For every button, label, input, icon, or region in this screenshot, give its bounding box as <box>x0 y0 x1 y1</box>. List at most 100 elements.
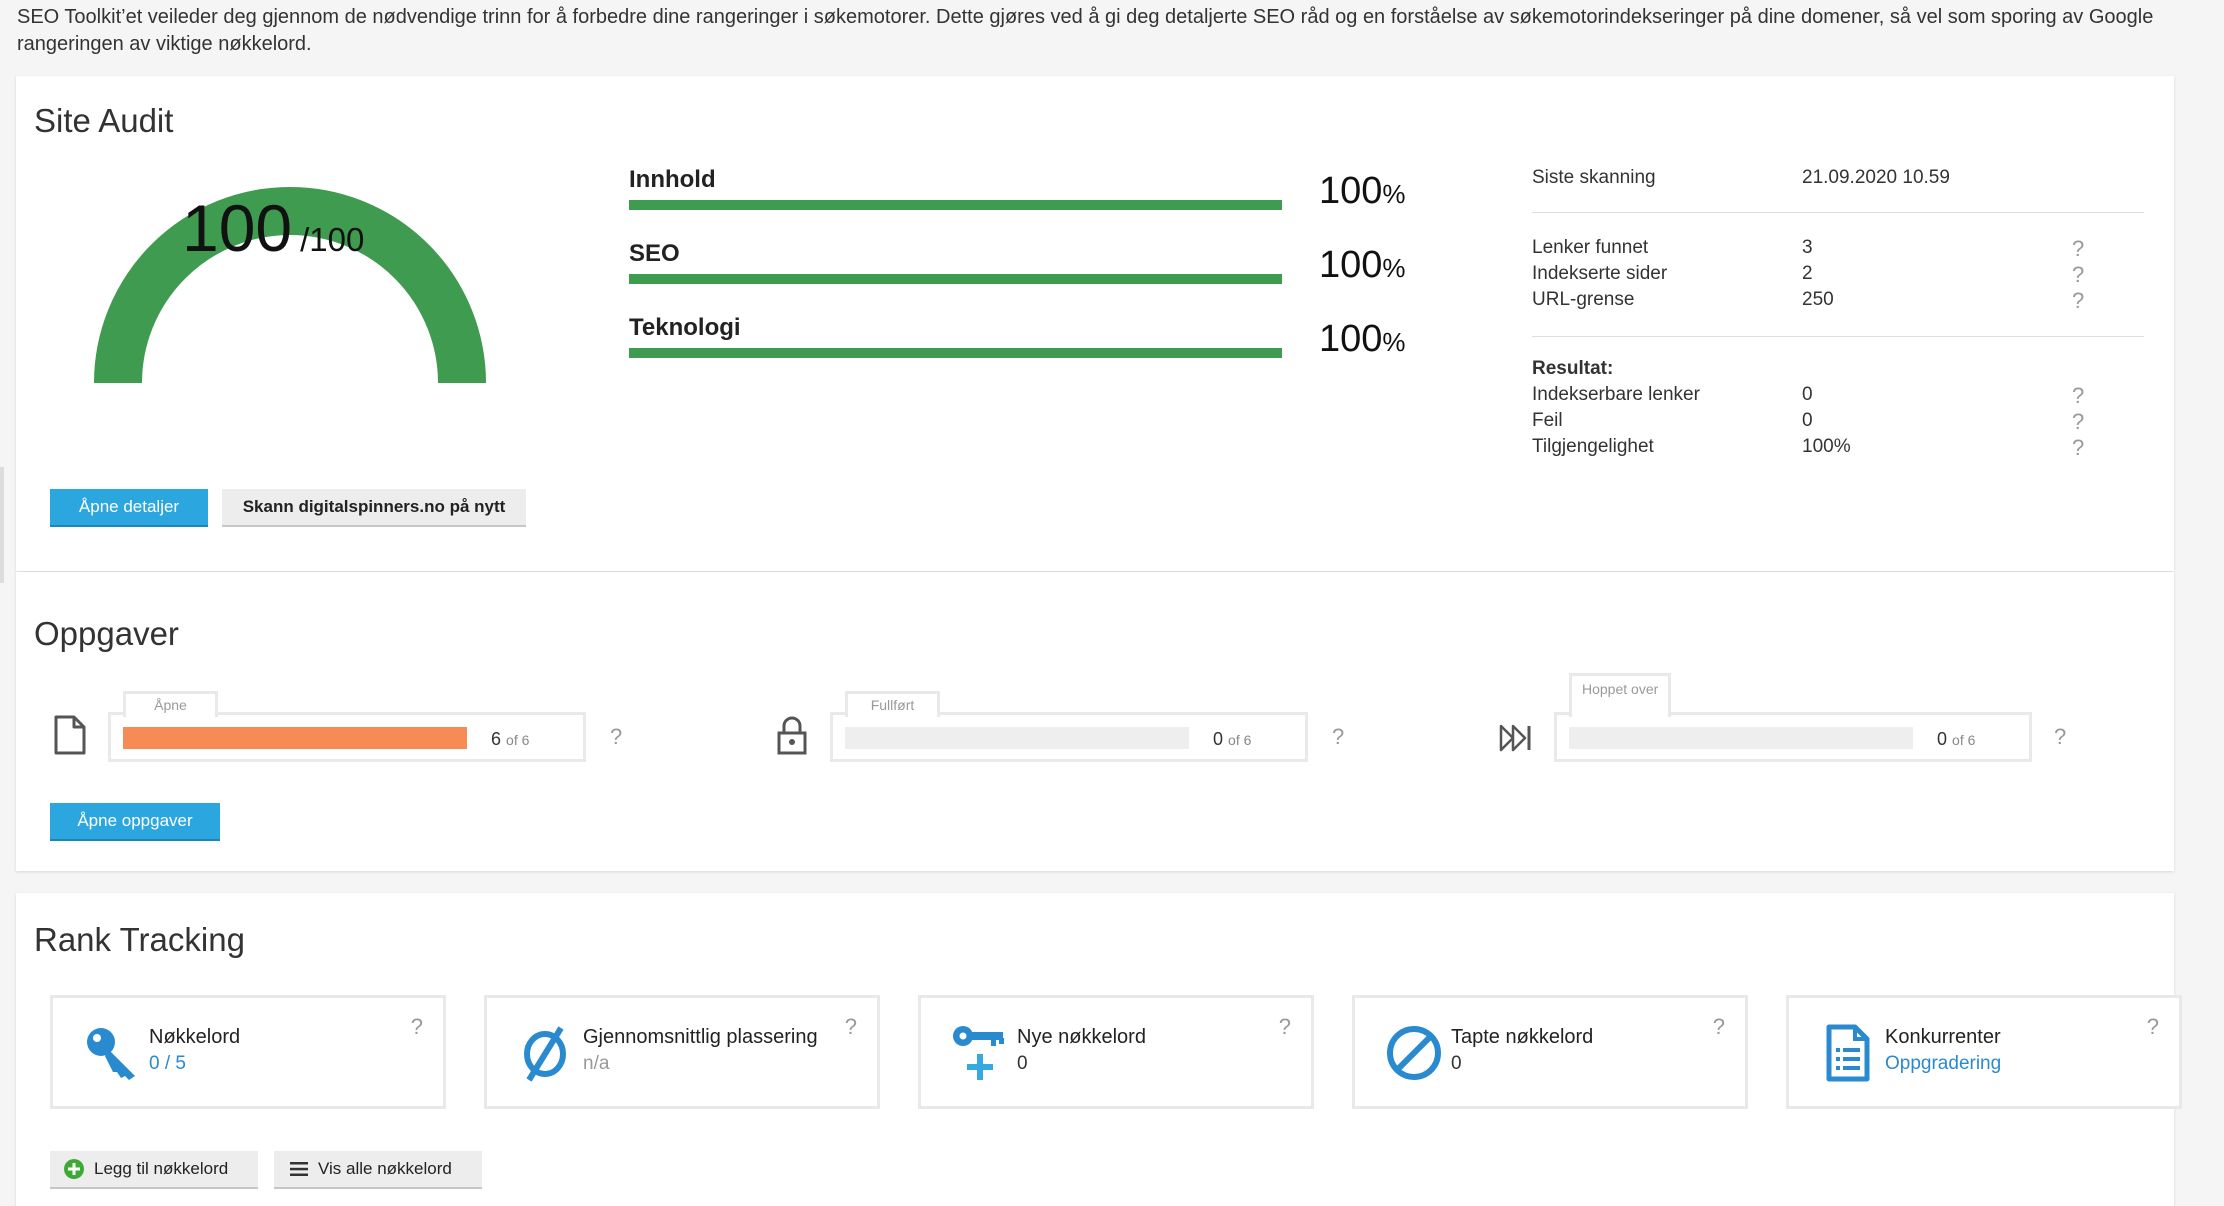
task-count-value: 0 <box>1937 729 1948 749</box>
key-icon <box>87 1028 135 1080</box>
rank-box-new-keywords[interactable]: Nye nøkkelord 0 ? <box>918 995 1314 1109</box>
side-tab[interactable] <box>0 467 4 583</box>
open-details-button[interactable]: Åpne detaljer <box>50 489 208 525</box>
category-value-number: 100 <box>1319 318 1383 360</box>
divider <box>1532 212 2144 213</box>
task-count: 0 of 6 <box>1213 729 1251 750</box>
task-count-value: 0 <box>1213 729 1224 749</box>
result-row: Indekserbare lenker 0 ? <box>1532 383 2144 410</box>
new-key-icon <box>953 1026 1004 1080</box>
stat-label: Indekserte sider <box>1532 263 1668 284</box>
task-tab-label: Fullført <box>845 691 940 717</box>
help-icon[interactable]: ? <box>1332 724 1344 750</box>
help-icon[interactable]: ? <box>2072 262 2084 288</box>
help-icon[interactable]: ? <box>845 1014 857 1040</box>
show-all-keywords-label: Vis alle nøkkelord <box>318 1159 452 1178</box>
category-row: SEO 100% <box>613 240 1413 290</box>
result-value: 0 <box>1802 384 1813 405</box>
stat-value: 2 <box>1802 263 1813 284</box>
last-scan-row: Siste skanning 21.09.2020 10.59 <box>1532 167 2144 193</box>
category-bar <box>629 274 1282 284</box>
rescan-button[interactable]: Skann digitalspinners.no på nytt <box>222 489 526 525</box>
stat-row: Indekserte sider 2 ? <box>1532 262 2144 289</box>
document-icon <box>54 715 86 755</box>
category-value-number: 100 <box>1319 244 1383 286</box>
rank-tracking-title: Rank Tracking <box>34 921 245 958</box>
stat-value: 250 <box>1802 289 1834 310</box>
help-icon[interactable]: ? <box>2072 288 2084 314</box>
add-keyword-button[interactable]: Legg til nøkkelord <box>50 1151 258 1187</box>
result-value: 100% <box>1802 436 1851 457</box>
help-icon[interactable]: ? <box>2054 724 2066 750</box>
rank-box-title: Konkurrenter <box>1885 1026 2001 1048</box>
rank-box-lost-keywords[interactable]: Tapte nøkkelord 0 ? <box>1352 995 1748 1109</box>
divider <box>1532 336 2144 337</box>
last-scan-value: 21.09.2020 10.59 <box>1802 167 1950 188</box>
category-value-unit: % <box>1382 327 1406 357</box>
category-row: Innhold 100% <box>613 166 1413 216</box>
task-progress-fill <box>123 727 467 749</box>
stat-label: URL-grense <box>1532 289 1635 310</box>
rank-box-value: 0 <box>1451 1053 1462 1074</box>
list-icon <box>290 1162 308 1176</box>
rank-box-keywords[interactable]: Nøkkelord 0 / 5 ? <box>50 995 446 1109</box>
rank-box-title: Tapte nøkkelord <box>1451 1026 1594 1048</box>
rank-box-value: n/a <box>583 1053 610 1074</box>
result-label: Indekserbare lenker <box>1532 384 1700 405</box>
task-progress-completed[interactable]: Fullført 0 of 6 <box>830 691 1308 762</box>
show-all-keywords-button[interactable]: Vis alle nøkkelord <box>274 1151 482 1187</box>
category-value-number: 100 <box>1319 170 1383 212</box>
help-icon[interactable]: ? <box>1279 1014 1291 1040</box>
category-value: 100% <box>1319 318 1406 361</box>
result-row: Tilgjengelighet 100% ? <box>1532 435 2144 462</box>
average-icon <box>524 1026 566 1082</box>
stat-label: Lenker funnet <box>1532 237 1649 258</box>
help-icon[interactable]: ? <box>1713 1014 1725 1040</box>
category-label: Innhold <box>629 166 716 193</box>
help-icon[interactable]: ? <box>2147 1014 2159 1040</box>
score-value: 100 <box>182 191 293 265</box>
rank-box-value: 0 / 5 <box>149 1053 186 1074</box>
rank-box-value: 0 <box>1017 1053 1028 1074</box>
intro-text: SEO Toolkit’et veileder deg gjennom de n… <box>17 6 2154 55</box>
category-bar <box>629 348 1282 358</box>
rank-box-title: Gjennomsnittlig plassering <box>583 1026 818 1048</box>
rank-box-average-position[interactable]: Gjennomsnittlig plassering n/a ? <box>484 995 880 1109</box>
help-icon[interactable]: ? <box>411 1014 423 1040</box>
task-progress-track <box>123 727 467 749</box>
stat-value: 3 <box>1802 237 1813 258</box>
result-heading: Resultat: <box>1532 358 1614 379</box>
task-tab-label: Hoppet over <box>1569 673 1672 717</box>
help-icon[interactable]: ? <box>2072 409 2084 435</box>
task-progress-open[interactable]: Åpne 6 of 6 <box>108 691 586 762</box>
category-bar-fill <box>629 274 1282 284</box>
last-scan-label: Siste skanning <box>1532 167 1656 188</box>
rank-box-title: Nøkkelord <box>149 1026 241 1048</box>
help-icon[interactable]: ? <box>2072 236 2084 262</box>
help-icon[interactable]: ? <box>2072 435 2084 461</box>
category-bar-fill <box>629 348 1282 358</box>
prohibited-icon <box>1387 1026 1441 1080</box>
score-max: /100 <box>300 221 365 258</box>
open-tasks-button[interactable]: Åpne oppgaver <box>50 803 220 839</box>
task-progress-skipped[interactable]: Hoppet over 0 of 6 <box>1554 673 2032 762</box>
help-icon[interactable]: ? <box>2072 383 2084 409</box>
task-count: 6 of 6 <box>491 729 529 750</box>
task-tab-label: Åpne <box>123 691 218 717</box>
upgrade-link[interactable]: Oppgradering <box>1885 1053 2001 1075</box>
task-count-value: 6 <box>491 729 502 749</box>
category-row: Teknologi 100% <box>613 314 1413 364</box>
category-label: SEO <box>629 240 680 267</box>
rank-box-competitors[interactable]: Konkurrenter Oppgradering ? <box>1786 995 2182 1109</box>
result-label: Feil <box>1532 410 1563 431</box>
stat-row: URL-grense 250 ? <box>1532 288 2144 315</box>
category-value: 100% <box>1319 170 1406 213</box>
audit-score: 100/100 <box>182 190 402 266</box>
task-progress-track <box>1569 727 1913 749</box>
stat-row: Lenker funnet 3 ? <box>1532 236 2144 263</box>
help-icon[interactable]: ? <box>610 724 622 750</box>
task-count-total: of 6 <box>1952 732 1976 748</box>
task-count-total: of 6 <box>506 732 530 748</box>
category-value-unit: % <box>1382 179 1406 209</box>
skip-forward-icon <box>1499 724 1531 752</box>
